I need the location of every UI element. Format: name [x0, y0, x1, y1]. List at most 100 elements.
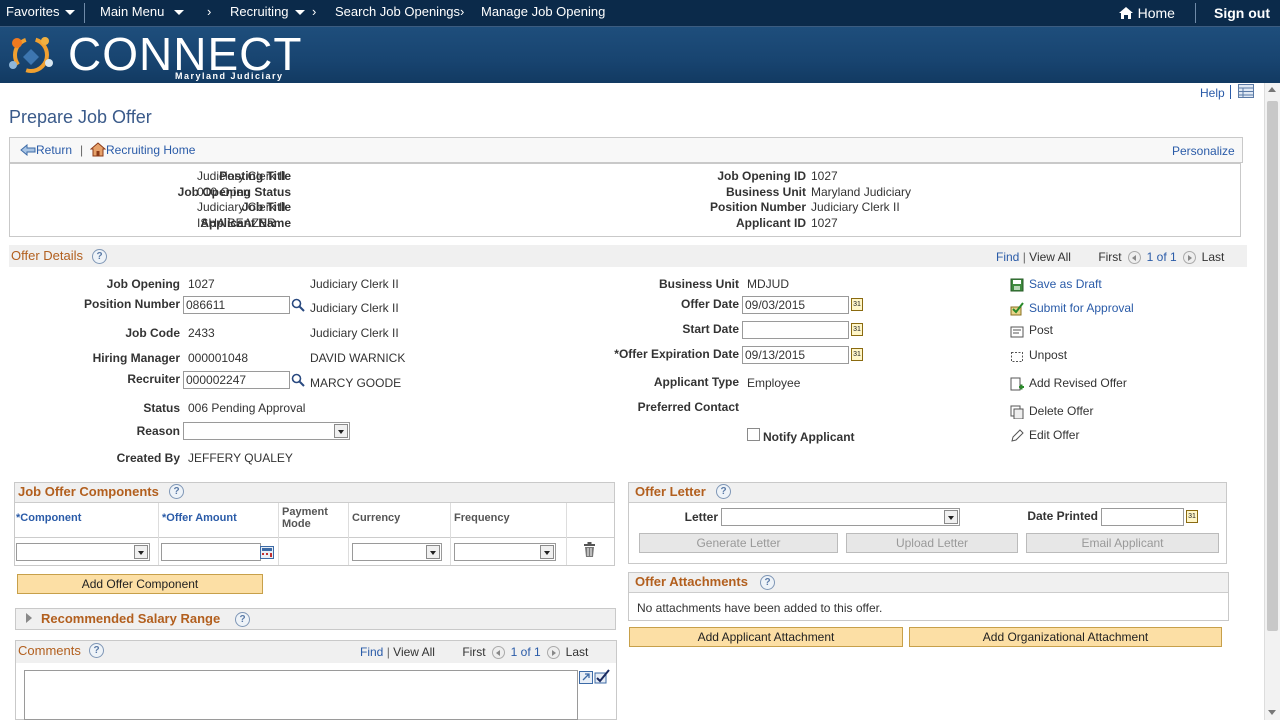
view-all-link[interactable]: View All: [1029, 250, 1071, 264]
find-link[interactable]: Find: [360, 645, 383, 659]
job-offer-components-header: Job Offer Components: [15, 483, 614, 503]
start-date-label: Start Date: [682, 322, 739, 336]
generate-letter-button[interactable]: Generate Letter: [639, 533, 838, 553]
job-title-value: Judiciary Clerk II: [197, 200, 286, 214]
column-header-offer-amount[interactable]: *Offer Amount: [162, 512, 237, 524]
trash-icon[interactable]: [583, 542, 596, 558]
chevron-down-icon: [334, 424, 348, 438]
return-link[interactable]: Return: [20, 143, 72, 157]
post-link[interactable]: Post: [1029, 323, 1053, 337]
preferred-contact-label: Preferred Contact: [637, 400, 739, 414]
expand-arrow-icon[interactable]: [26, 613, 32, 623]
recommended-salary-range-header[interactable]: Recommended Salary Range: [15, 608, 616, 630]
currency-dropdown[interactable]: [352, 543, 442, 561]
add-organizational-attachment-button[interactable]: Add Organizational Attachment: [909, 627, 1222, 647]
job-opening-label: Job Opening: [106, 277, 180, 291]
chevron-down-icon: [540, 545, 554, 559]
page-title: Prepare Job Offer: [9, 107, 152, 127]
next-icon[interactable]: [1182, 251, 1196, 265]
breadcrumb-search-job-openings[interactable]: Search Job Openings: [335, 4, 460, 19]
offer-date-input[interactable]: [742, 296, 849, 314]
offer-expiration-date-input[interactable]: [742, 346, 849, 364]
expand-textarea-icon[interactable]: [579, 671, 593, 684]
first-label: First: [462, 645, 486, 659]
add-applicant-attachment-button[interactable]: Add Applicant Attachment: [629, 627, 903, 647]
view-all-link[interactable]: View All: [393, 645, 435, 659]
comments-textarea[interactable]: [24, 670, 578, 720]
search-icon[interactable]: [291, 298, 305, 312]
home-link[interactable]: Home: [1118, 5, 1175, 21]
find-link[interactable]: Find: [996, 250, 1019, 264]
personalize-link[interactable]: Personalize: [1172, 144, 1235, 158]
next-icon[interactable]: [546, 646, 560, 660]
scroll-up-icon[interactable]: [1268, 87, 1276, 92]
main-menu[interactable]: Main Menu: [100, 4, 185, 19]
position-number-input[interactable]: [183, 296, 290, 314]
position-number-value: Judiciary Clerk II: [811, 200, 900, 214]
row-count: 1 of 1: [510, 645, 541, 659]
upload-letter-button[interactable]: Upload Letter: [846, 533, 1018, 553]
recruiter-input[interactable]: [183, 371, 290, 389]
help-icon[interactable]: ?: [89, 643, 104, 658]
add-revised-offer-link[interactable]: Add Revised Offer: [1029, 376, 1127, 390]
calendar-icon[interactable]: 31: [851, 323, 863, 336]
row-count: 1 of 1: [1146, 250, 1177, 264]
column-header-component[interactable]: *Component: [16, 512, 81, 524]
job-opening-status-value: 010 Open: [197, 185, 250, 199]
breadcrumb-label: Recruiting: [230, 4, 289, 19]
divider: |: [80, 143, 84, 157]
edit-offer-link[interactable]: Edit Offer: [1029, 428, 1079, 442]
scroll-down-icon[interactable]: [1268, 710, 1276, 715]
add-offer-component-button[interactable]: Add Offer Component: [17, 574, 263, 594]
created-by-label: Created By: [116, 451, 180, 465]
unpost-link[interactable]: Unpost: [1029, 348, 1067, 362]
unpost-icon: [1011, 352, 1023, 362]
logo-subtitle: Maryland Judiciary: [175, 71, 284, 81]
help-icon[interactable]: ?: [760, 575, 775, 590]
chevron-down-icon: [174, 10, 185, 16]
chevron-down-icon: [134, 545, 148, 559]
sign-out-link[interactable]: Sign out: [1214, 5, 1270, 21]
vertical-scrollbar[interactable]: [1264, 83, 1280, 720]
component-dropdown[interactable]: [16, 543, 150, 561]
reason-dropdown[interactable]: [183, 422, 350, 440]
help-icon[interactable]: ?: [716, 484, 731, 499]
help-icon[interactable]: ?: [169, 484, 184, 499]
search-icon[interactable]: [291, 373, 305, 387]
favorites-menu[interactable]: Favorites: [6, 4, 76, 19]
scroll-thumb[interactable]: [1267, 101, 1278, 631]
delete-offer-link[interactable]: Delete Offer: [1029, 404, 1093, 418]
job-opening-id-value: 1027: [811, 169, 838, 183]
last-label: Last: [1201, 250, 1225, 264]
offer-amount-input[interactable]: [161, 543, 261, 561]
help-icon[interactable]: ?: [92, 249, 107, 264]
previous-icon[interactable]: [1127, 251, 1141, 265]
help-icon[interactable]: ?: [235, 612, 250, 627]
breadcrumb-recruiting[interactable]: Recruiting: [230, 4, 305, 19]
breadcrumb-manage-job-opening[interactable]: Manage Job Opening: [481, 4, 605, 19]
date-printed-input[interactable]: [1101, 508, 1184, 526]
start-date-input[interactable]: [742, 321, 849, 339]
calendar-icon[interactable]: 31: [851, 298, 863, 311]
house-icon: [89, 142, 107, 157]
job-opening-description: Judiciary Clerk II: [310, 277, 399, 291]
banner: CONNECT Maryland Judiciary: [0, 27, 1280, 83]
offer-details-title: Offer Details: [11, 248, 84, 263]
offer-attachments-title: Offer Attachments: [635, 574, 748, 589]
recruiting-home-link[interactable]: Recruiting Home: [89, 142, 195, 157]
letter-dropdown[interactable]: [721, 508, 960, 526]
frequency-dropdown[interactable]: [454, 543, 556, 561]
save-as-draft-link[interactable]: Save as Draft: [1029, 277, 1102, 291]
reason-label: Reason: [136, 424, 180, 438]
help-link[interactable]: Help: [1200, 86, 1225, 100]
business-unit-value: Maryland Judiciary: [811, 185, 912, 199]
email-applicant-button[interactable]: Email Applicant: [1026, 533, 1219, 553]
calendar-icon[interactable]: 31: [1186, 510, 1198, 523]
submit-for-approval-link[interactable]: Submit for Approval: [1029, 301, 1134, 315]
grid-view-icon[interactable]: [1238, 84, 1254, 98]
calendar-icon[interactable]: 31: [851, 348, 863, 361]
spell-check-icon[interactable]: [594, 669, 610, 685]
previous-icon[interactable]: [491, 646, 505, 660]
notify-applicant-checkbox[interactable]: [747, 428, 760, 441]
calculator-icon[interactable]: [260, 546, 274, 559]
